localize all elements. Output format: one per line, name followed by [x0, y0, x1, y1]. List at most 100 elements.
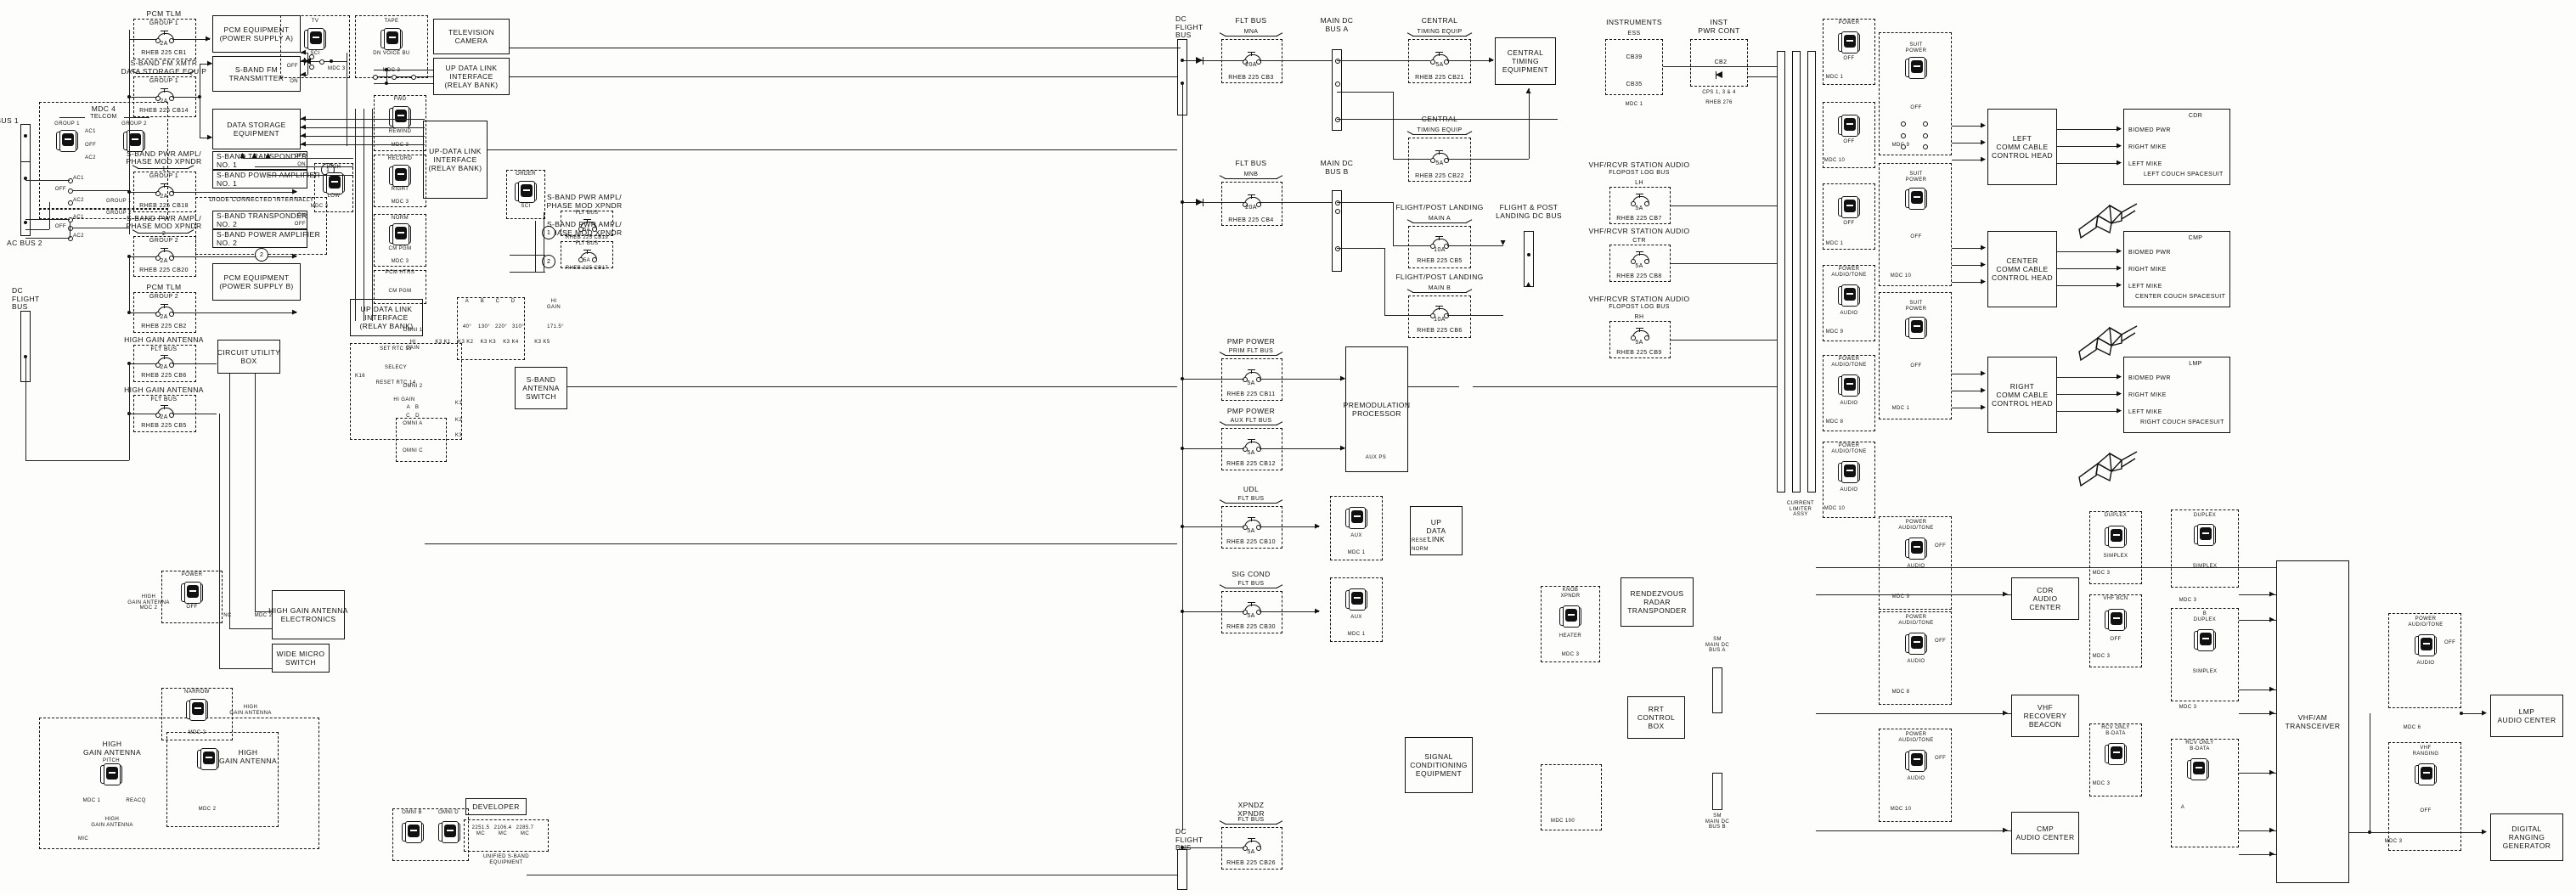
cb18-symbol[interactable] [155, 183, 174, 196]
hga-mdc1-a: MDC 1 [82, 798, 101, 803]
hga-mdc2-text: MDC 2 [254, 613, 273, 618]
inst-pwr-rheb: RHEB 276 [1705, 100, 1733, 105]
mdc3-record-switch[interactable] [389, 164, 411, 187]
mdc2-narrow-label: NARROW [184, 690, 210, 695]
vhf-left-2-name: MDC 3 [2092, 654, 2111, 659]
mdc3-pcmhtrs-label: PCM HTRS [385, 270, 415, 275]
cb7-symbol[interactable] [1631, 194, 1649, 206]
cb22-group: TIMING EQUIP [1417, 127, 1463, 133]
mdc2-narrow-switch[interactable] [186, 698, 208, 721]
cb22-symbol[interactable] [1430, 150, 1449, 163]
vhf-panel-3 [2171, 739, 2239, 847]
vhf-left-3-switch[interactable] [2105, 742, 2127, 765]
hga-pitch-switch[interactable] [100, 763, 122, 785]
vhf-ranging-switch[interactable] [2415, 763, 2437, 785]
mdc9-suit-off: OFF [1910, 105, 1922, 110]
ac-bus-2 [20, 161, 31, 236]
mdc2-power-off: OFF [186, 605, 198, 610]
mdc1-suit-power-switch[interactable] [1905, 316, 1927, 339]
vhf-panel-3-switch[interactable] [2187, 757, 2209, 780]
audio-panel-3-label: POWER AUDIO/TONE [1898, 732, 1934, 743]
mdc4-term-ac2-a: AC2 [73, 198, 84, 203]
hga-mdc2-b: MDC 2 [198, 807, 217, 812]
cb3-symbol[interactable] [1243, 52, 1261, 65]
cb10-rating: 5A [1247, 528, 1255, 534]
mdc9-suit-power-switch[interactable] [1905, 56, 1927, 79]
mdc1-col-6-switch[interactable] [1838, 460, 1860, 483]
cb18-group: GROUP 1 [149, 173, 179, 179]
cb9-symbol[interactable] [1631, 328, 1649, 341]
mdc1-col-3-switch[interactable] [1838, 195, 1860, 218]
cb5r-rating: 10A [1434, 247, 1446, 253]
cb2-symbol[interactable] [155, 304, 174, 317]
omni-b-switch[interactable] [402, 820, 424, 843]
mdc1-col-6-below: AUDIO [1840, 487, 1858, 493]
audio-panel-4-switch[interactable] [2415, 633, 2437, 656]
vhf-panel-1-switch[interactable] [2194, 523, 2216, 546]
mdc1-sigcond-name: MDC 1 [1347, 632, 1366, 637]
mdc1-sigcond-switch[interactable] [1345, 588, 1367, 611]
cb12-header: PMP POWER [1226, 407, 1276, 415]
hga-a: A [465, 299, 470, 304]
cb5-group: FLT BUS [150, 397, 178, 402]
omni-d-switch[interactable] [438, 820, 460, 843]
mdc3-fwd-switch[interactable] [389, 105, 411, 128]
sband-transponder-2: S-BAND TRANSPONDER NO. 2 [212, 211, 307, 229]
cb11-symbol[interactable] [1243, 369, 1261, 382]
hga-mdc2-top: HIGH GAIN ANTENNA MDC 2 [127, 594, 170, 611]
cb12-symbol[interactable] [1243, 439, 1261, 452]
cb17-symbol[interactable] [578, 250, 597, 262]
flight-post-landing-bus [1524, 231, 1534, 287]
cb8-symbol[interactable] [1631, 251, 1649, 264]
cb6-symbol[interactable] [155, 355, 174, 368]
mdc4-group2-switch[interactable] [123, 129, 145, 152]
mdc3-tape-switch[interactable] [380, 27, 403, 50]
cb6r-symbol[interactable] [1430, 306, 1449, 318]
hga-yaw-switch[interactable] [197, 747, 219, 770]
mdc1-udl-switch[interactable] [1345, 506, 1367, 529]
cb14-symbol[interactable] [155, 88, 174, 101]
cb1-symbol[interactable] [155, 31, 174, 43]
vhf-panel-2-below: SIMPLEX [2192, 669, 2218, 674]
udl-norm: NORM [1412, 547, 1429, 552]
vhf-left-1-switch[interactable] [2105, 525, 2127, 548]
cdr-biomed: BIOMED PWR [2128, 127, 2171, 133]
cb19-symbol[interactable] [578, 219, 597, 232]
mdc1-suit-off: OFF [1910, 363, 1922, 369]
audio-panel-2-switch[interactable] [1905, 632, 1927, 655]
mdc-xpndr-switch[interactable] [1559, 605, 1581, 628]
audio-panel-1-switch[interactable] [1905, 537, 1927, 560]
mdc3-norm-switch[interactable] [389, 222, 411, 245]
mdc2-narrow-name: MDC 2 [188, 730, 206, 735]
mdc10-suit-power-switch[interactable] [1905, 187, 1927, 210]
vhf-ranging-off: OFF [2420, 808, 2432, 813]
mdc2-power-switch[interactable] [181, 581, 203, 604]
unified-sband-label: UNIFIED S-BAND EQUIPMENT [483, 854, 529, 865]
rrt-control-box: RRT CONTROL BOX [1627, 696, 1685, 739]
cb4-symbol[interactable] [1243, 194, 1261, 207]
mdc1-col-1-switch[interactable] [1838, 31, 1860, 53]
cb21-symbol[interactable] [1430, 52, 1449, 65]
cb5-symbol[interactable] [155, 405, 174, 418]
cb22-id: RHEB 225 CB22 [1415, 173, 1464, 179]
mdc1-col-2-switch[interactable] [1838, 114, 1860, 137]
vhf-panel-1-label: DUPLEX [2193, 513, 2217, 518]
vhf-left-2-switch[interactable] [2105, 608, 2127, 631]
mdc1-col-5-switch[interactable] [1838, 374, 1860, 397]
hga-bottom-low: HIGH GAIN ANTENNA [91, 817, 133, 828]
vhf-ranging-name: MDC 3 [2384, 839, 2403, 844]
vhf-panel-2-switch[interactable] [2194, 628, 2216, 651]
audio-panel-3-switch[interactable] [1905, 749, 1927, 772]
cb5r-symbol[interactable] [1430, 236, 1449, 249]
cb20-symbol[interactable] [155, 248, 174, 261]
cb26-symbol[interactable] [1243, 838, 1261, 851]
cb30-symbol[interactable] [1243, 602, 1261, 615]
cb10-symbol[interactable] [1243, 517, 1261, 530]
mdc4-group1-switch[interactable] [56, 129, 78, 152]
mdc1-col-4-switch[interactable] [1838, 284, 1860, 307]
mdc4-term-ac1-a: AC1 [73, 176, 84, 181]
mdc3-tv-switch[interactable] [304, 27, 326, 50]
mdc-dse-switch[interactable] [515, 180, 537, 203]
cb1-group: GROUP 1 [149, 20, 179, 26]
mdc10-suit-off: OFF [1910, 234, 1922, 239]
